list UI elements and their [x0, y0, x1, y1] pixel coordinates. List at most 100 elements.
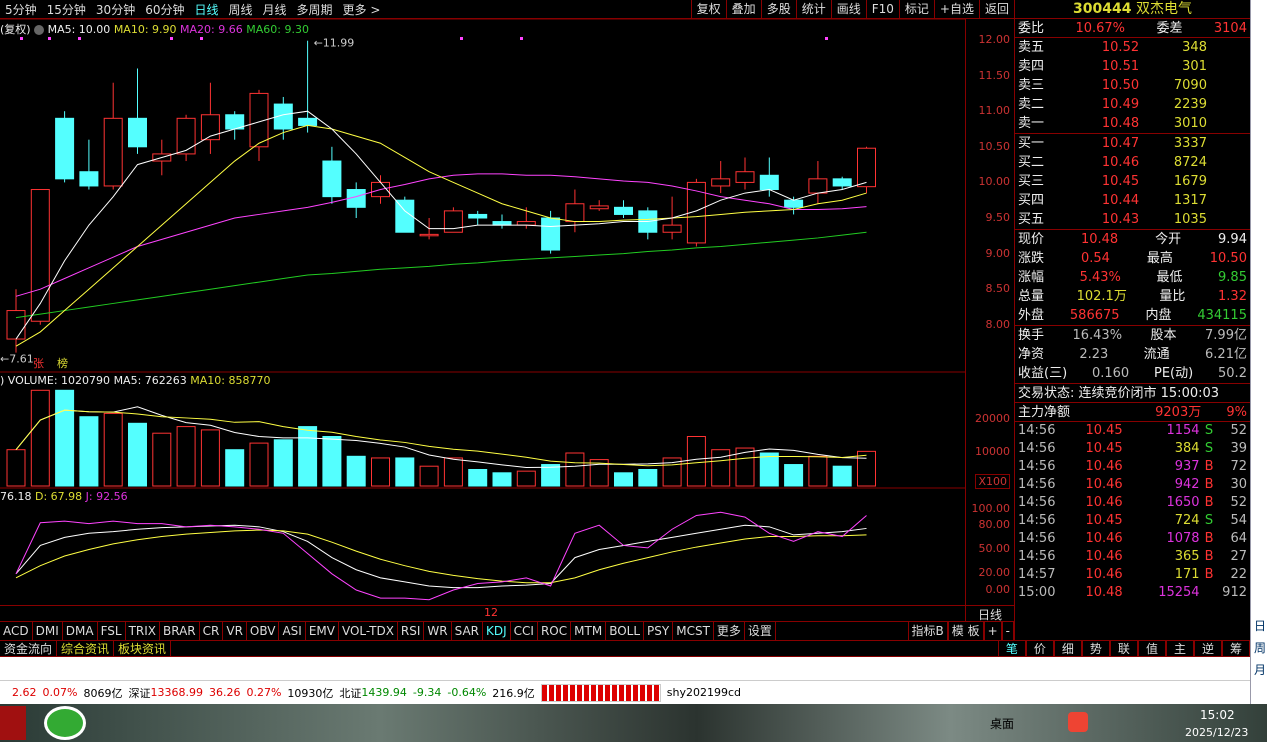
indicator-tab[interactable]: VR: [223, 622, 247, 640]
indicator-tab[interactable]: DMI: [33, 622, 63, 640]
indicator-tab[interactable]: WR: [424, 622, 452, 640]
bottom-tab[interactable]: 综合资讯: [57, 641, 115, 656]
panel-tab[interactable]: 联: [1109, 641, 1138, 656]
tick-list[interactable]: 14:56 10.45 1154 S 52 14:56 10.45 384 S 39 14:56 10…: [1015, 422, 1250, 602]
bz-change: -9.34: [412, 686, 442, 699]
sz-pct: 0.27%: [246, 686, 282, 699]
indicator-tab[interactable]: BRAR: [160, 622, 200, 640]
quote2-cell: 16.43%: [1072, 328, 1123, 343]
volume-bar: [832, 465, 852, 487]
indicator-tab[interactable]: OBV: [247, 622, 280, 640]
ticks-cell: 64: [1230, 531, 1247, 546]
ticks-row: 14:56 10.46 365 B 27: [1015, 548, 1250, 566]
kline-chart[interactable]: ←11.99 ←7.61 张榜: [0, 0, 965, 621]
indicator-option[interactable]: 指标B: [907, 622, 948, 640]
bids-row: 买二 10.46 8724: [1015, 153, 1250, 172]
ticks-row: 14:56 10.46 937 B 72: [1015, 458, 1250, 476]
info-dot: [78, 37, 81, 40]
price-tick: 11.50: [978, 68, 1011, 82]
indicator-tabs: ACD DMI DMA FSL TRIX BRAR CR VR OBV ASI EMV VOL-TDX…: [0, 621, 1014, 640]
candle-body: [759, 174, 779, 191]
indicator-option[interactable]: 模 板: [947, 622, 984, 640]
indicator-tab[interactable]: MCST: [673, 622, 714, 640]
tool-button[interactable]: 返回: [978, 0, 1014, 19]
ticks-cell: 14:56: [1018, 513, 1056, 528]
asks-cell: 卖四: [1018, 59, 1045, 74]
indicator-tab[interactable]: CR: [200, 622, 224, 640]
indicator-option[interactable]: +: [983, 622, 1002, 640]
volume-bar: [30, 389, 50, 487]
ticks-cell: 10.45: [1085, 513, 1123, 528]
stock-name: 双杰电气: [1135, 1, 1192, 17]
indicator-option[interactable]: -: [1001, 622, 1014, 640]
indicator-tab[interactable]: KDJ: [483, 622, 511, 640]
desktop-label[interactable]: 桌面: [990, 715, 1014, 732]
volume-bar: [614, 472, 633, 487]
indicator-tab[interactable]: EMV: [306, 622, 339, 640]
ticks-cell: 10.46: [1085, 531, 1123, 546]
bottom-tab[interactable]: 资金流向: [0, 641, 58, 656]
indicator-tab[interactable]: CCI: [511, 622, 538, 640]
kdj-tick: 0.00: [985, 583, 1011, 596]
panel-tab[interactable]: 笔: [997, 641, 1026, 656]
browser-icon[interactable]: [44, 706, 86, 740]
indicator-tab[interactable]: DMA: [63, 622, 98, 640]
bids-cell: 10.47: [1101, 136, 1140, 151]
ticks-cell: 15254: [1158, 585, 1200, 600]
price-tick: 8.50: [985, 282, 1011, 296]
panel-tab[interactable]: 值: [1137, 641, 1166, 656]
bids-cell: 买五: [1018, 212, 1045, 227]
volume-bar: [225, 449, 245, 487]
indicator-tab[interactable]: 更多: [714, 622, 745, 640]
indicator-tab[interactable]: VOL-TDX: [339, 622, 398, 640]
indicator-tab[interactable]: ASI: [279, 622, 306, 640]
period-label: 日线: [965, 605, 1014, 622]
status-bar: 2.62 0.07% 8069亿 深证 13368.99 36.26 0.27% …: [0, 680, 1250, 704]
strip-period[interactable]: 月: [1254, 659, 1266, 681]
sz-amount: 10930亿: [287, 686, 334, 700]
quote2-cell: PE(动): [1154, 366, 1194, 381]
asks-cell: 卖三: [1018, 78, 1045, 93]
main-flow-value: 9203万: [1155, 405, 1202, 420]
sogou-icon[interactable]: [1068, 712, 1088, 732]
indicator-tab[interactable]: PSY: [644, 622, 674, 640]
volume-bar: [273, 439, 293, 487]
strip-period[interactable]: 日: [1254, 615, 1266, 637]
indicator-tab[interactable]: MTM: [571, 622, 607, 640]
quote-cell: 现价: [1018, 232, 1045, 247]
panel-tab[interactable]: 筹: [1221, 641, 1250, 656]
bids-cell: 8724: [1173, 155, 1207, 170]
candle-body: [176, 117, 196, 155]
candle-body: [662, 224, 682, 233]
weicha-label: 委差: [1156, 21, 1183, 36]
candle-body: [784, 199, 804, 208]
ticks-cell: 1078: [1166, 531, 1200, 546]
indicator-tab[interactable]: TRIX: [126, 622, 161, 640]
quote-panel: 300444 双杰电气 委比 10.67% 委差 3104 卖五 10.52 348 卖四 1…: [1014, 0, 1250, 640]
strip-period[interactable]: 周: [1254, 637, 1266, 659]
quote2-cell: 50.2: [1218, 366, 1247, 381]
indicator-tab[interactable]: BOLL: [606, 622, 645, 640]
indicator-tab[interactable]: SAR: [452, 622, 484, 640]
indicator-tab[interactable]: FSL: [98, 622, 126, 640]
indicator-tab[interactable]: ACD: [0, 622, 33, 640]
indicator-tab[interactable]: ROC: [538, 622, 572, 640]
candle-body: [419, 233, 439, 237]
bottom-tab[interactable]: 板块资讯: [114, 641, 172, 656]
panel-tab[interactable]: 价: [1025, 641, 1054, 656]
indicator-tab[interactable]: RSI: [398, 622, 425, 640]
app-icon[interactable]: [0, 706, 26, 740]
candle-body: [298, 117, 318, 126]
panel-tab[interactable]: 逆: [1193, 641, 1222, 656]
panel-tab[interactable]: 势: [1081, 641, 1110, 656]
ma20-line: [15, 173, 867, 297]
ticks-cell: 52: [1230, 495, 1247, 510]
price-tick: 10.50: [978, 139, 1011, 153]
asks-cell: 10.50: [1101, 78, 1140, 93]
volume-bar: [298, 426, 318, 487]
bids-cell: 10.43: [1101, 212, 1140, 227]
panel-tab[interactable]: 主: [1165, 641, 1194, 656]
indicator-tab[interactable]: 设置: [745, 622, 776, 640]
panel-tab[interactable]: 细: [1053, 641, 1082, 656]
